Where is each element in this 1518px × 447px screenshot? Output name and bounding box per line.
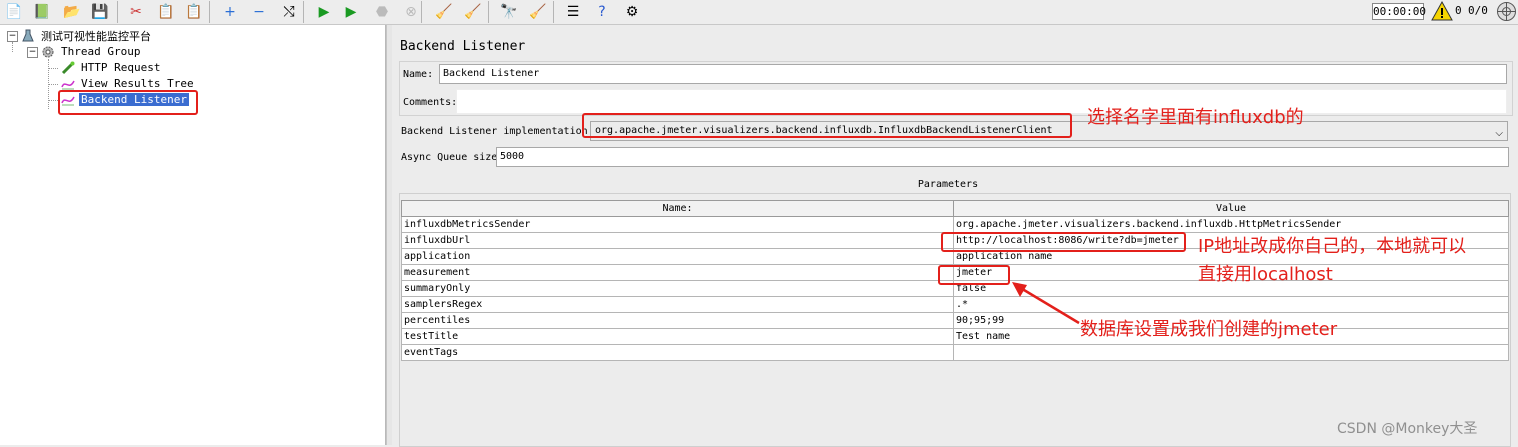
toolbar-separator bbox=[488, 1, 489, 23]
queue-size-label: Async Queue size bbox=[401, 152, 498, 163]
clear-all-icon[interactable]: 🧹 bbox=[463, 2, 483, 22]
toolbar-separator bbox=[209, 1, 210, 23]
name-comments-group: Name: Backend Listener Comments: bbox=[399, 61, 1513, 116]
tree-node-http-request[interactable]: HTTP Request bbox=[60, 60, 162, 75]
param-name-cell[interactable]: summaryOnly bbox=[401, 280, 954, 297]
test-plan-tree[interactable]: − 测试可视性能监控平台 − Thread Group HTTP Request… bbox=[0, 25, 386, 445]
copy-icon[interactable]: 📋 bbox=[156, 2, 176, 22]
tree-label-view-results-tree: View Results Tree bbox=[81, 77, 194, 90]
clear-icon[interactable]: 🧹 bbox=[434, 2, 454, 22]
tree-connector bbox=[48, 68, 58, 69]
toolbar-separator bbox=[117, 1, 118, 23]
highlight-box bbox=[938, 265, 1010, 285]
new-icon[interactable]: 📄 bbox=[4, 2, 24, 22]
table-row[interactable]: testTitle Test name bbox=[401, 328, 1509, 345]
tree-node-view-results-tree[interactable]: View Results Tree bbox=[60, 76, 196, 91]
reset-search-icon[interactable]: 🧹 bbox=[528, 2, 548, 22]
table-row[interactable]: percentiles 90;95;99 bbox=[401, 312, 1509, 329]
url-annotation-line2: 直接用localhost bbox=[1198, 264, 1333, 285]
highlight-box bbox=[58, 90, 198, 115]
highlight-box bbox=[941, 232, 1186, 252]
arrow-icon bbox=[1012, 282, 1080, 325]
tree-label-thread-group: Thread Group bbox=[61, 45, 141, 58]
tree-label-http-request: HTTP Request bbox=[81, 61, 161, 74]
paste-icon[interactable]: 📋 bbox=[184, 2, 204, 22]
url-annotation-line1: IP地址改成你自己的，本地就可以 bbox=[1198, 236, 1467, 257]
start-no-pauses-icon[interactable]: ▶ bbox=[341, 2, 361, 22]
help-icon[interactable]: ? bbox=[592, 2, 612, 22]
tree-connector bbox=[12, 42, 13, 52]
gear-icon bbox=[40, 44, 56, 60]
toggle-icon[interactable]: ⤭ bbox=[279, 2, 299, 22]
watermark: CSDN @Monkey大圣 bbox=[1337, 421, 1478, 437]
search-icon[interactable]: 🔭 bbox=[499, 2, 519, 22]
tree-connector bbox=[48, 84, 58, 85]
param-name-cell[interactable]: application bbox=[401, 248, 954, 265]
param-name-cell[interactable]: measurement bbox=[401, 264, 954, 281]
queue-size-field[interactable]: 5000 bbox=[496, 147, 1509, 167]
table-row[interactable]: influxdbMetricsSender org.apache.jmeter.v… bbox=[401, 216, 1509, 233]
comments-label: Comments: bbox=[403, 97, 458, 108]
function-helper-icon[interactable]: ☰ bbox=[563, 2, 583, 22]
tree-label-test-plan: 测试可视性能监控平台 bbox=[41, 29, 151, 43]
remote-globe-icon[interactable] bbox=[1496, 1, 1517, 22]
toolbar-separator bbox=[303, 1, 304, 23]
pipette-icon bbox=[60, 60, 76, 76]
remote-icon[interactable]: ⚙ bbox=[622, 2, 642, 22]
warning-icon[interactable] bbox=[1431, 0, 1453, 22]
table-row[interactable]: samplersRegex .* bbox=[401, 296, 1509, 313]
open-icon[interactable]: 📂 bbox=[62, 2, 82, 22]
name-label: Name: bbox=[403, 69, 434, 80]
param-name-cell[interactable]: percentiles bbox=[401, 312, 954, 329]
collapse-icon[interactable]: − bbox=[249, 2, 269, 22]
active-threads: 0/0 bbox=[1468, 4, 1488, 17]
param-name-cell[interactable]: testTitle bbox=[401, 328, 954, 345]
database-annotation: 数据库设置成我们创建的jmeter bbox=[1080, 319, 1338, 340]
implementation-annotation: 选择名字里面有influxdb的 bbox=[1087, 107, 1304, 128]
collapse-toggle-icon[interactable]: − bbox=[7, 31, 18, 42]
expand-icon[interactable]: + bbox=[220, 2, 240, 22]
tree-node-thread-group[interactable]: Thread Group bbox=[40, 44, 142, 59]
toolbar: 📄 📗 📂 💾 ✂ 📋 📋 + − ⤭ ▶ ▶ ⬣ ⊗ 🧹 🧹 🔭 🧹 ☰? ⚙ 00:00:00 0 0/0 bbox=[0, 0, 1518, 25]
highlight-box bbox=[582, 113, 1072, 138]
toolbar-separator bbox=[553, 1, 554, 23]
cut-icon[interactable]: ✂ bbox=[126, 2, 146, 22]
save-icon[interactable]: 💾 bbox=[90, 2, 110, 22]
tree-node-test-plan[interactable]: 测试可视性能监控平台 bbox=[20, 28, 153, 43]
elapsed-timer: 00:00:00 bbox=[1372, 3, 1426, 20]
toolbar-separator bbox=[421, 1, 422, 23]
collapse-toggle-icon[interactable]: − bbox=[27, 47, 38, 58]
comments-field[interactable] bbox=[456, 89, 1507, 114]
param-name-cell[interactable]: samplersRegex bbox=[401, 296, 954, 313]
warning-count: 0 bbox=[1455, 4, 1462, 17]
column-header-value[interactable]: Value bbox=[953, 200, 1509, 217]
tree-connector bbox=[48, 100, 58, 101]
page-title: Backend Listener bbox=[400, 39, 526, 54]
implementation-label: Backend Listener implementation bbox=[401, 126, 588, 137]
param-name-cell[interactable]: influxdbMetricsSender bbox=[401, 216, 954, 233]
column-header-name[interactable]: Name: bbox=[401, 200, 954, 217]
param-name-cell[interactable]: influxdbUrl bbox=[401, 232, 954, 249]
test-plan-icon bbox=[20, 28, 36, 44]
backend-listener-panel: Backend Listener Name: Backend Listener … bbox=[392, 25, 1518, 447]
parameters-title: Parameters bbox=[917, 179, 979, 190]
start-icon[interactable]: ▶ bbox=[314, 2, 334, 22]
param-name-cell[interactable]: eventTags bbox=[401, 344, 954, 361]
table-row[interactable]: eventTags bbox=[401, 344, 1509, 361]
param-value-cell[interactable] bbox=[953, 344, 1509, 361]
param-value-cell[interactable]: org.apache.jmeter.visualizers.backend.in… bbox=[953, 216, 1509, 233]
shutdown-icon[interactable]: ⊗ bbox=[401, 2, 421, 22]
templates-icon[interactable]: 📗 bbox=[32, 2, 52, 22]
chevron-down-icon[interactable]: ⌵ bbox=[1495, 125, 1503, 143]
stop-icon[interactable]: ⬣ bbox=[372, 2, 392, 22]
name-field[interactable]: Backend Listener bbox=[439, 64, 1507, 84]
